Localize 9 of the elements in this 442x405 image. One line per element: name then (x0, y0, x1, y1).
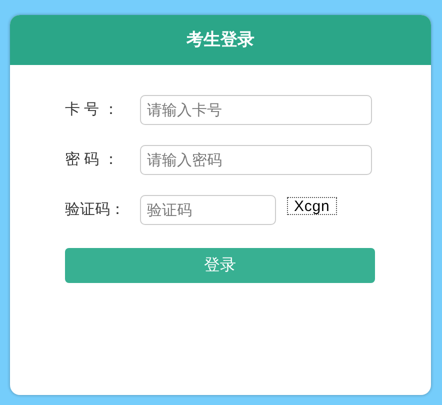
captcha-image: Xcgn (287, 197, 337, 215)
input-field[interactable]: 请输入密码 (140, 145, 372, 175)
field-label: 卡 号 ： (65, 100, 120, 120)
card-title: 考生登录 (186, 29, 254, 52)
input-field[interactable]: 请输入卡号 (140, 95, 372, 125)
captcha-field[interactable]: 验证码 (140, 195, 276, 225)
field-label: 验证码： (65, 200, 126, 220)
login-button[interactable]: 登录 (65, 248, 375, 283)
field-label: 密 码 ： (65, 150, 120, 170)
